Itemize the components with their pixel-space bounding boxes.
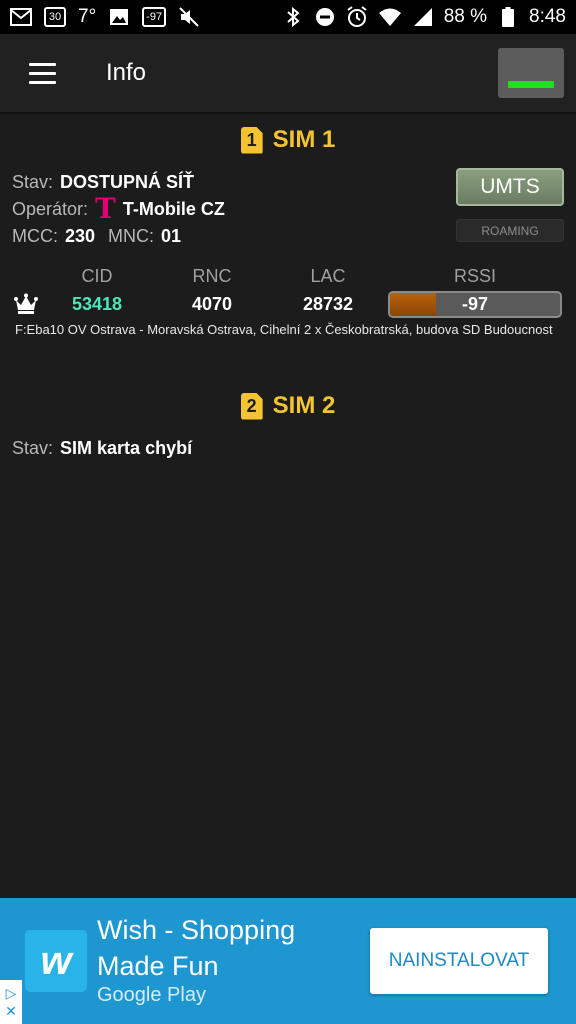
sim1-status-row: Stav: DOSTUPNÁ SÍŤ — [12, 172, 194, 193]
rssi-header: RSSI — [453, 266, 496, 286]
roaming-indicator: ROAMING — [456, 219, 564, 242]
clock: 8:48 — [529, 6, 566, 27]
sim1-operator-row: Operátor: T T-Mobile CZ — [12, 192, 225, 225]
rnc-value: 4070 — [191, 294, 233, 314]
cid-header: CID — [81, 266, 113, 286]
wifi-icon — [378, 6, 402, 28]
battery-percent: 88 % — [443, 6, 488, 27]
mcc-value: 230 — [65, 226, 96, 246]
page-title: Info — [106, 59, 147, 86]
cid-value: 53418 — [71, 294, 123, 314]
info-content: 1 SIM 1 Stav: DOSTUPNÁ SÍŤ Operátor: T T… — [0, 112, 576, 898]
operator-value: T-Mobile CZ — [122, 198, 225, 219]
sim2-status-row: Stav: SIM karta chybí — [12, 438, 192, 459]
sim-card-icon: 2 — [240, 392, 263, 420]
t-mobile-logo-icon: T — [95, 192, 116, 225]
sim1-title: SIM 1 — [272, 126, 336, 153]
rssi-bar: -97 — [388, 291, 562, 318]
status-value: SIM karta chybí — [60, 438, 193, 458]
ad-banner[interactable]: w Wish - Shopping Made Fun Google Play N… — [0, 898, 576, 1024]
do-not-disturb-icon — [314, 6, 336, 28]
mute-icon — [178, 6, 200, 28]
network-technology-button[interactable]: UMTS — [456, 168, 564, 206]
ad-title[interactable]: Wish - Shopping Made Fun — [97, 912, 357, 984]
sim1-mcc-mnc-row: MCC: 230 MNC: 01 — [12, 226, 181, 247]
crown-icon — [14, 293, 38, 314]
cell-signal-icon — [412, 6, 434, 28]
sim-card-icon: 1 — [240, 126, 263, 154]
lac-value: 28732 — [302, 294, 354, 314]
status-label: Stav: — [12, 438, 54, 458]
gmail-icon — [10, 6, 32, 28]
mnc-value: 01 — [161, 226, 182, 246]
sim2-title: SIM 2 — [272, 392, 336, 419]
ad-store-name: Google Play — [97, 984, 206, 1006]
signal-strength-badge-icon: -97 — [142, 7, 167, 27]
rssi-value: -97 — [461, 294, 488, 314]
rnc-header: RNC — [192, 266, 232, 286]
status-bar: 30 7° -97 88 % 8:48 — [0, 0, 576, 34]
status-label: Stav: — [12, 172, 54, 192]
app-bar: Info — [0, 34, 576, 112]
sim2-header: 2 SIM 2 — [0, 392, 576, 420]
signal-indicator-bar — [508, 81, 554, 88]
mnc-label: MNC: — [108, 226, 155, 246]
image-icon — [108, 6, 130, 28]
weather-temperature: 7° — [78, 6, 97, 27]
cell-location: F:Eba10 OV Ostrava - Moravská Ostrava, C… — [15, 322, 553, 337]
alarm-icon — [346, 6, 368, 28]
signal-indicator-button[interactable] — [498, 48, 564, 98]
mcc-label: MCC: — [12, 226, 58, 246]
operator-label: Operátor: — [12, 198, 89, 219]
bluetooth-icon — [282, 6, 304, 28]
sim1-header: 1 SIM 1 — [0, 126, 576, 154]
wish-app-icon[interactable]: w — [25, 930, 87, 992]
hamburger-menu-icon[interactable] — [14, 45, 70, 101]
ad-choices-icon[interactable]: ▷ ✕ — [0, 980, 22, 1024]
install-button[interactable]: NAINSTALOVAT — [370, 928, 548, 994]
battery-icon — [497, 6, 519, 28]
status-value: DOSTUPNÁ SÍŤ — [60, 172, 195, 192]
lac-header: LAC — [310, 266, 346, 286]
calendar-icon: 30 — [44, 7, 66, 27]
